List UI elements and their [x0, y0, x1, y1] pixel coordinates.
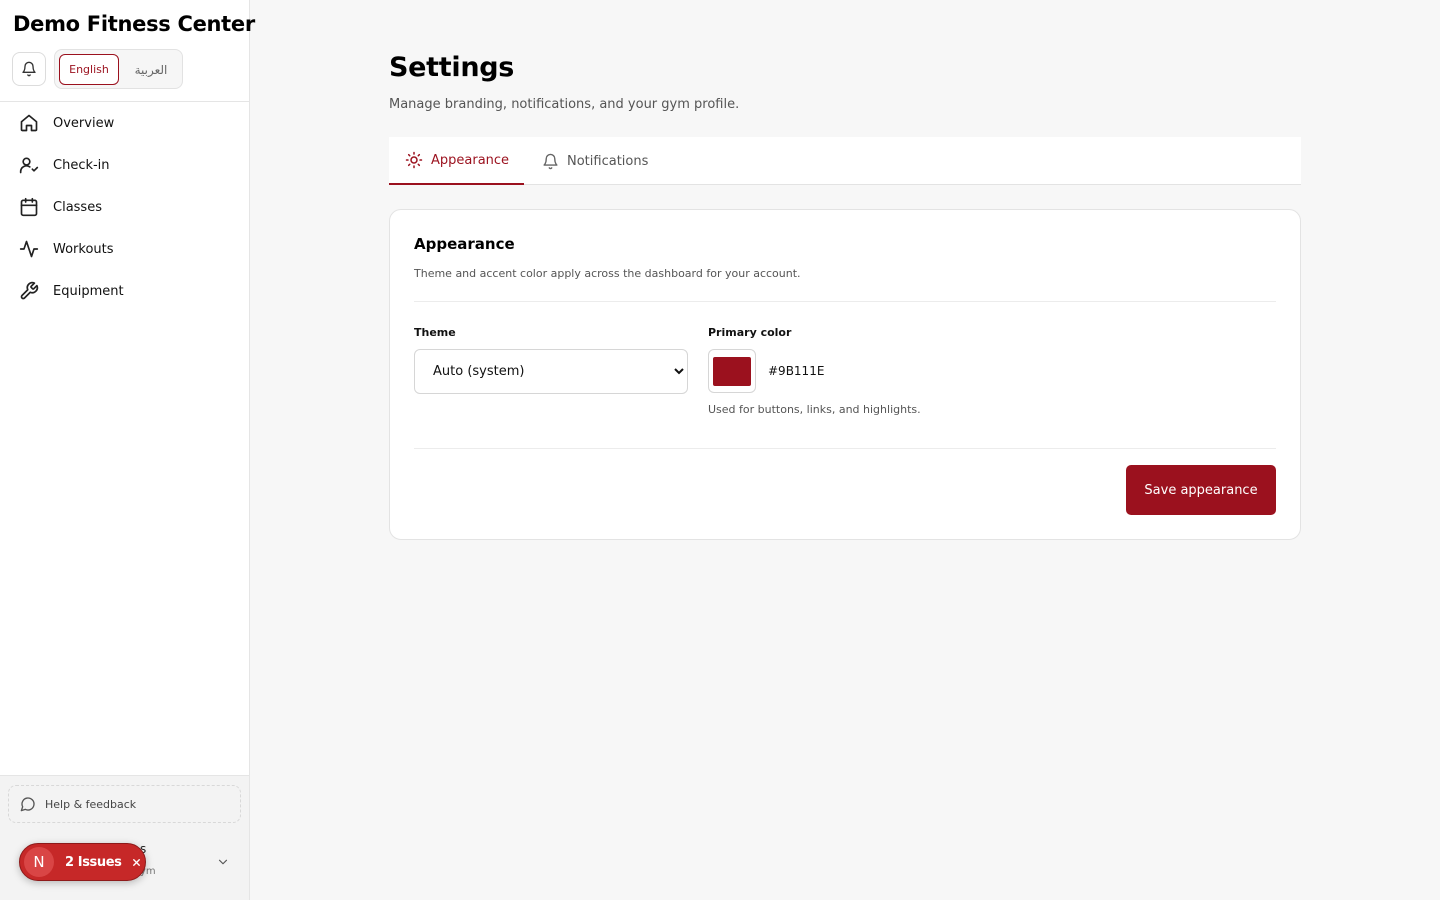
- divider: [414, 301, 1276, 302]
- issues-close-button[interactable]: [131, 857, 142, 868]
- issues-initial: N: [24, 847, 54, 877]
- sidebar-item-workouts[interactable]: Workouts: [8, 231, 240, 267]
- brand-name: Demo Fitness Center: [13, 12, 255, 36]
- tab-appearance[interactable]: Appearance: [389, 137, 524, 185]
- appearance-card: Appearance Theme and accent color apply …: [389, 209, 1301, 540]
- sun-icon: [405, 151, 423, 169]
- sidebar-item-overview[interactable]: Overview: [8, 105, 240, 141]
- language-switcher: English العربية: [54, 49, 183, 89]
- card-title: Appearance: [414, 235, 515, 253]
- card-description: Theme and accent color apply across the …: [414, 267, 801, 280]
- issues-label: 2 Issues: [65, 854, 122, 870]
- sidebar-item-label: Classes: [53, 199, 102, 215]
- help-feedback-label: Help & feedback: [45, 797, 137, 811]
- page-subtitle: Manage branding, notifications, and your…: [389, 97, 740, 112]
- sidebar-item-label: Equipment: [53, 283, 124, 299]
- chevron-down-icon: [218, 859, 228, 865]
- primary-color-hex: #9B111E: [768, 364, 825, 378]
- tab-label: Notifications: [567, 153, 649, 169]
- calendar-icon: [18, 196, 40, 218]
- page-title: Settings: [389, 52, 515, 83]
- sidebar-item-label: Workouts: [53, 241, 114, 257]
- bell-icon: [22, 61, 36, 77]
- language-english-button[interactable]: English: [59, 54, 119, 85]
- language-arabic-button[interactable]: العربية: [125, 54, 177, 85]
- home-icon: [18, 112, 40, 134]
- theme-label: Theme: [414, 326, 456, 339]
- sidebar-item-equipment[interactable]: Equipment: [8, 273, 240, 309]
- issues-badge[interactable]: N 2 Issues: [19, 843, 146, 881]
- divider: [414, 448, 1276, 449]
- sidebar: Demo Fitness Center English العربية Over…: [0, 0, 255, 900]
- primary-color-picker[interactable]: [708, 349, 756, 393]
- sidebar-footer: Help & feedback s ym: [0, 775, 249, 900]
- primary-color-label: Primary color: [708, 326, 792, 339]
- settings-tabs: Appearance Notifications: [389, 137, 1301, 185]
- activity-icon: [18, 238, 40, 260]
- color-swatch: [713, 356, 751, 386]
- wrench-icon: [18, 280, 40, 302]
- sidebar-divider: [0, 101, 249, 102]
- tab-label: Appearance: [431, 152, 510, 168]
- notifications-button[interactable]: [12, 52, 46, 86]
- sidebar-item-label: Overview: [53, 115, 115, 131]
- tab-notifications[interactable]: Notifications: [542, 137, 672, 185]
- theme-select[interactable]: Auto (system): [414, 349, 688, 394]
- user-menu-toggle[interactable]: [216, 854, 230, 873]
- sidebar-item-label: Check-in: [53, 157, 110, 173]
- sidebar-item-check-in[interactable]: Check-in: [8, 147, 240, 183]
- message-circle-icon: [20, 797, 35, 812]
- sidebar-item-classes[interactable]: Classes: [8, 189, 240, 225]
- close-icon: [132, 858, 140, 866]
- bell-icon: [543, 153, 558, 169]
- primary-color-help: Used for buttons, links, and highlights.: [708, 403, 921, 416]
- help-feedback-button[interactable]: Help & feedback: [8, 785, 241, 823]
- save-appearance-button[interactable]: Save appearance: [1126, 465, 1276, 515]
- user-check-icon: [18, 154, 40, 176]
